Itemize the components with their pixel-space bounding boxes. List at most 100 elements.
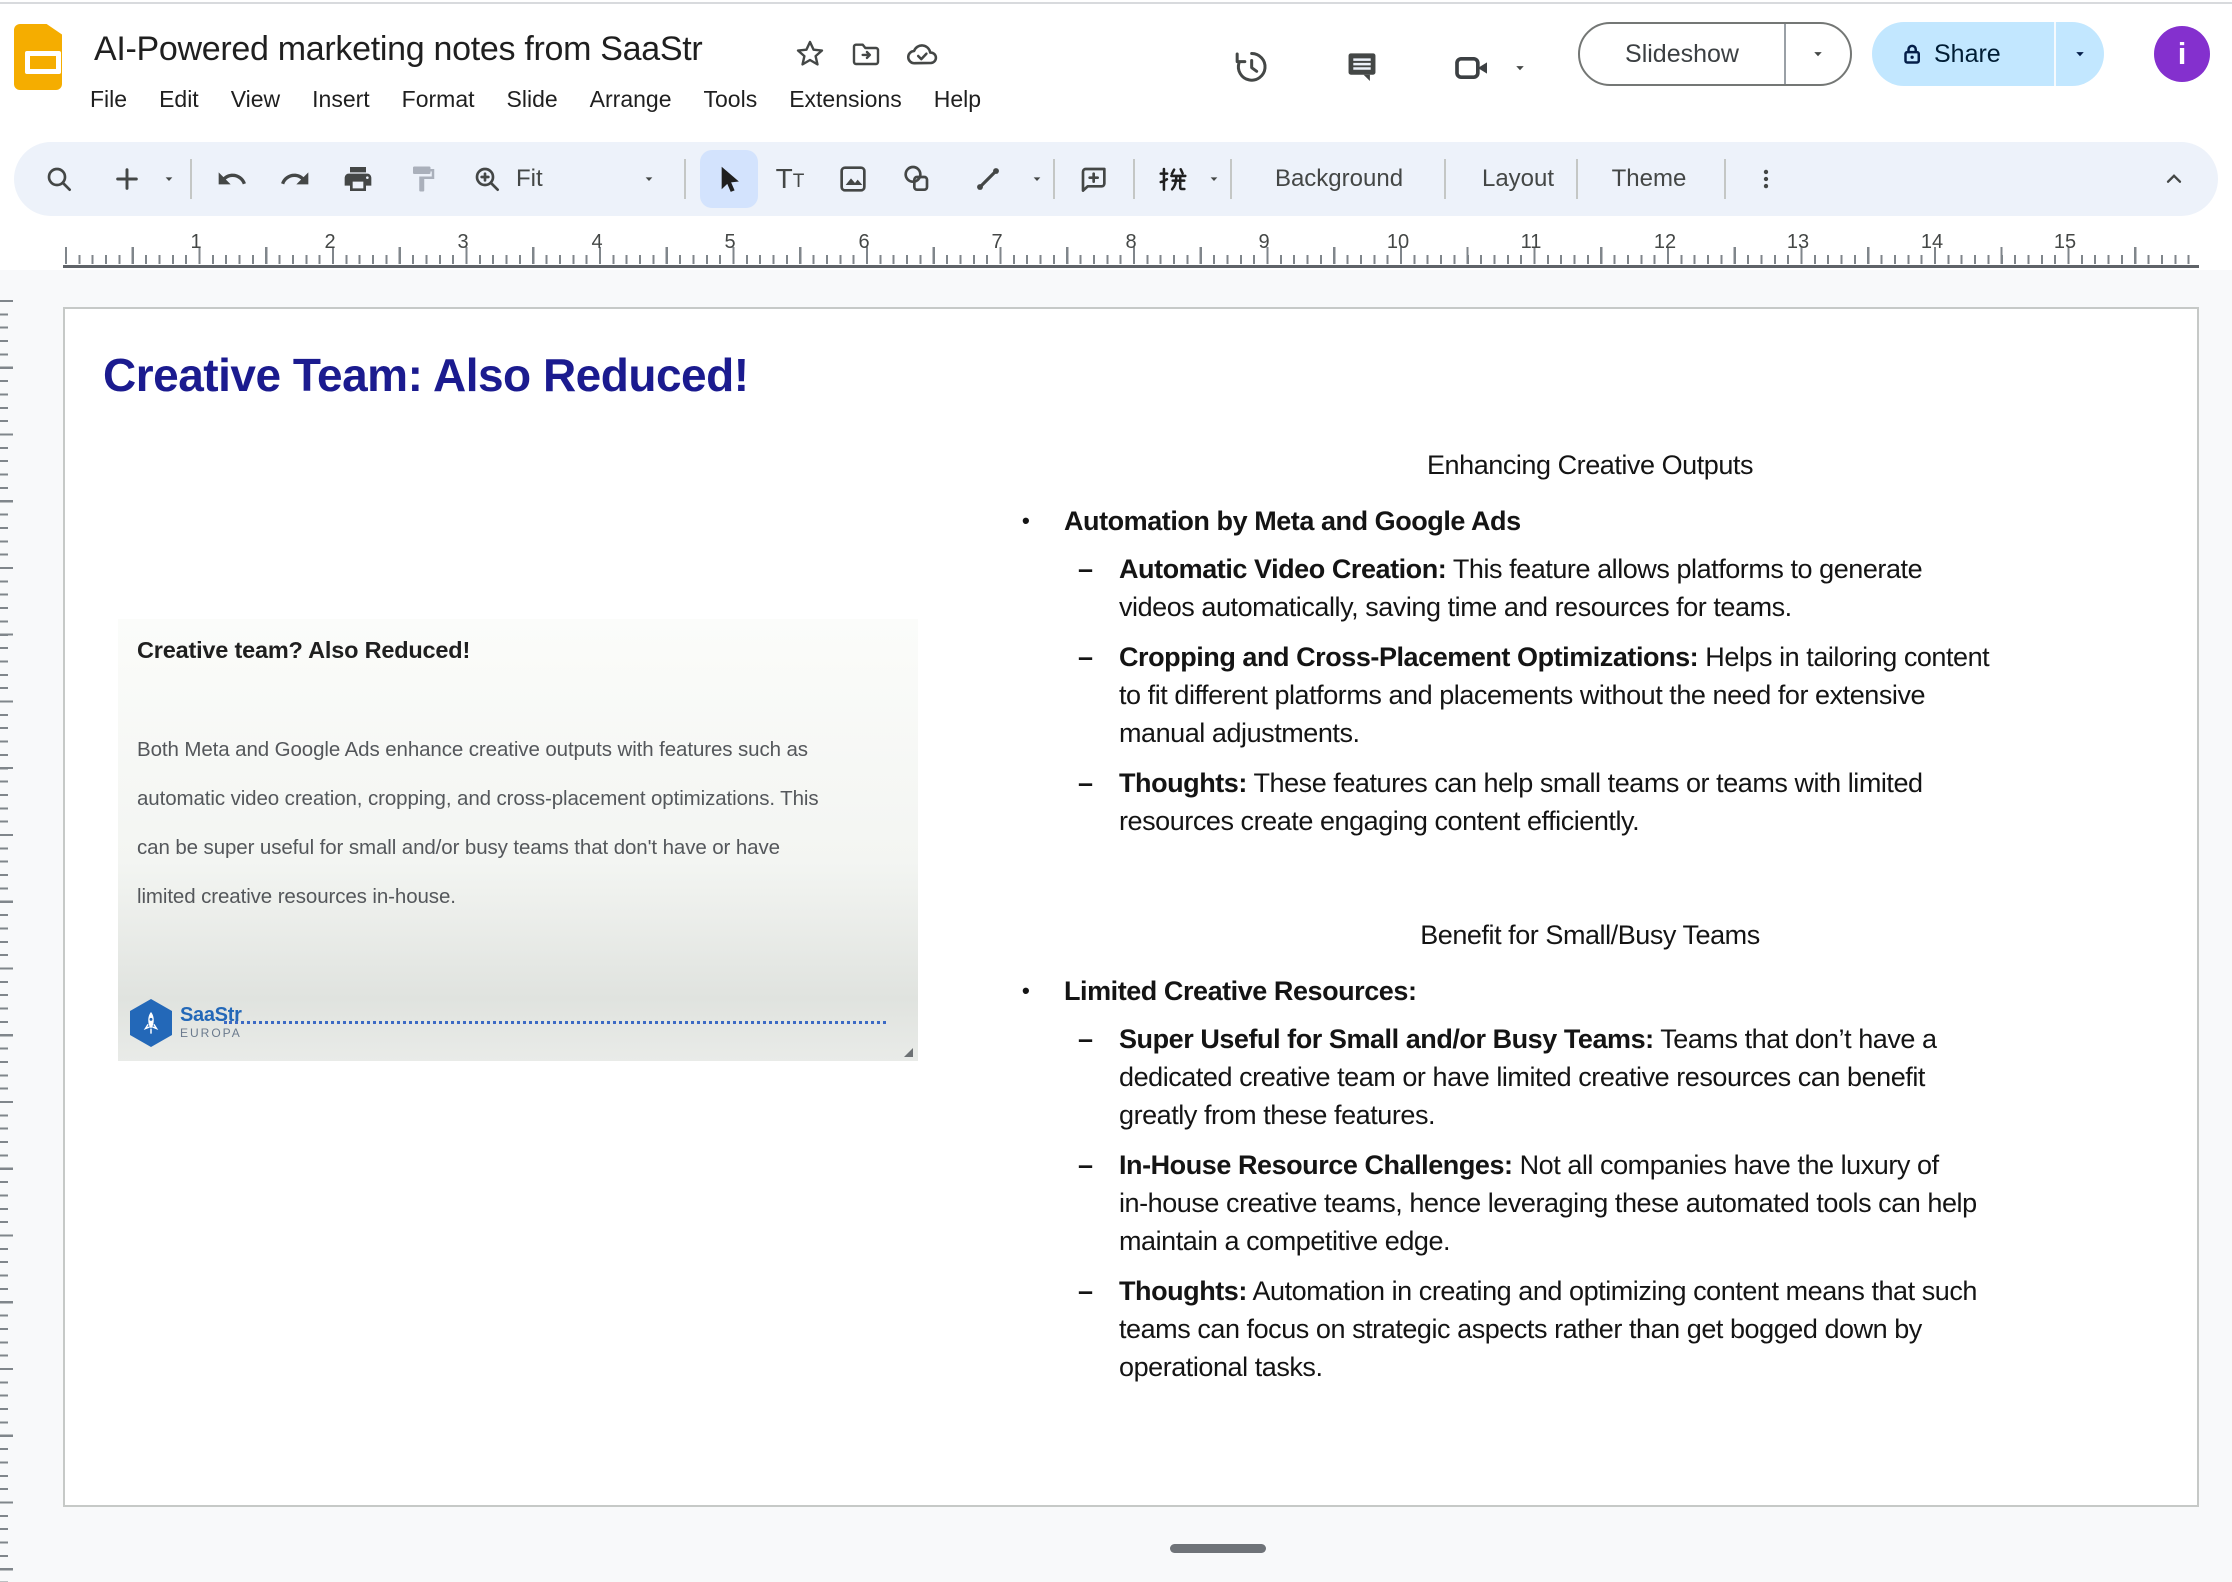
star-icon[interactable] — [792, 36, 828, 72]
screenshot-heading: Creative team? Also Reduced! — [137, 637, 470, 664]
ruler-mark: 13 — [1787, 231, 1809, 254]
slides-logo-inner-rect — [25, 51, 61, 74]
zoom-select[interactable]: Fit — [516, 147, 576, 211]
meet-camera-icon[interactable] — [1450, 46, 1494, 90]
text-box-tool-button[interactable]: TT — [766, 147, 814, 211]
paint-format-button[interactable] — [401, 147, 445, 211]
vertical-ruler — [0, 300, 14, 1582]
ruler-mark: 9 — [1258, 231, 1269, 254]
menu-edit[interactable]: Edit — [143, 80, 215, 118]
more-options-icon[interactable] — [1746, 147, 1786, 211]
account-avatar[interactable]: i — [2154, 26, 2210, 82]
dash-marker: – — [1078, 550, 1119, 626]
share-dropdown-caret-icon[interactable] — [2056, 22, 2104, 86]
ruler-mark: 12 — [1654, 231, 1676, 254]
ruler-mark: 4 — [591, 231, 602, 254]
theme-button[interactable]: Theme — [1600, 147, 1698, 211]
print-button[interactable] — [336, 147, 380, 211]
notes-textbox[interactable]: Enhancing Creative Outputs • Automation … — [1020, 446, 2160, 1398]
sub-bullet-text: Super Useful for Small and/or Busy Teams… — [1119, 1020, 2160, 1134]
menu-tools[interactable]: Tools — [688, 80, 774, 118]
slideshow-dropdown-caret-icon[interactable] — [1786, 24, 1850, 84]
screenshot-body-line: automatic video creation, cropping, and … — [137, 774, 897, 823]
undo-button[interactable] — [210, 147, 254, 211]
insert-image-button[interactable] — [831, 147, 875, 211]
sub-bullet-text: Cropping and Cross-Placement Optimizatio… — [1119, 638, 2160, 752]
sub-bullet-item: – Cropping and Cross-Placement Optimizat… — [1078, 638, 2160, 752]
sub-bullet-text: Thoughts: These features can help small … — [1119, 764, 2160, 840]
sub-bullet-text: Automatic Video Creation: This feature a… — [1119, 550, 2160, 626]
sub-bullet-item: – In-House Resource Challenges: Not all … — [1078, 1146, 2160, 1260]
horizontal-ruler: 1 2 3 4 5 6 7 8 9 10 11 12 13 14 15 — [63, 228, 2199, 268]
menu-view[interactable]: View — [215, 80, 296, 118]
saastr-logo-icon — [130, 999, 172, 1047]
background-button[interactable]: Background — [1258, 147, 1420, 211]
menu-extensions[interactable]: Extensions — [773, 80, 918, 118]
insert-line-button[interactable] — [966, 147, 1010, 211]
sub-bullet-text: Thoughts: Automation in creating and opt… — [1119, 1272, 2160, 1386]
squiggle-divider-line — [224, 1015, 886, 1024]
resize-corner-icon — [904, 1048, 913, 1057]
version-history-icon[interactable] — [1228, 44, 1272, 88]
menu-insert[interactable]: Insert — [296, 80, 386, 118]
ruler-mark: 1 — [190, 231, 201, 254]
saastr-logo-subtitle: EUROPA — [180, 1026, 242, 1040]
speaker-notes-drag-handle[interactable] — [1170, 1544, 1266, 1553]
embedded-screenshot-image[interactable]: Creative team? Also Reduced! Both Meta a… — [118, 619, 918, 1061]
redo-button[interactable] — [273, 147, 317, 211]
slideshow-button[interactable]: Slideshow — [1580, 24, 1784, 84]
toolbar-separator — [1230, 159, 1232, 199]
dash-marker: – — [1078, 1020, 1119, 1134]
zoom-icon[interactable] — [465, 147, 509, 211]
slide-title-textbox[interactable]: Creative Team: Also Reduced! — [103, 348, 749, 402]
add-comment-button[interactable] — [1071, 147, 1115, 211]
zoom-select-caret-icon[interactable] — [636, 147, 662, 211]
screenshot-body-line: Both Meta and Google Ads enhance creativ… — [137, 725, 897, 774]
google-slides-logo[interactable] — [14, 24, 62, 90]
toolbar-separator — [1576, 159, 1578, 199]
new-slide-button[interactable] — [105, 147, 149, 211]
section-heading: Enhancing Creative Outputs — [1020, 446, 2160, 484]
menu-file[interactable]: File — [74, 80, 143, 118]
move-to-folder-icon[interactable] — [848, 36, 884, 72]
ruler-mark: 10 — [1387, 231, 1409, 254]
dash-marker: – — [1078, 1272, 1119, 1386]
menu-slide[interactable]: Slide — [491, 80, 574, 118]
camera-dropdown-caret-icon[interactable] — [1508, 56, 1532, 80]
screenshot-body-line: limited creative resources in-house. — [137, 872, 897, 921]
collapse-toolbar-chevron-up-icon[interactable] — [2152, 147, 2196, 211]
new-slide-caret-icon[interactable] — [156, 147, 182, 211]
slideshow-button-group: Slideshow — [1578, 22, 1852, 86]
menu-arrange[interactable]: Arrange — [574, 80, 688, 118]
bullet-item: • Limited Creative Resources: — [1020, 972, 2160, 1010]
screenshot-body-line: can be super useful for small and/or bus… — [137, 823, 897, 872]
ruler-mark: 5 — [724, 231, 735, 254]
search-menus-icon[interactable] — [37, 147, 81, 211]
toolbar-separator — [1724, 159, 1726, 199]
comments-icon[interactable] — [1340, 44, 1384, 88]
ruler-mark: 6 — [858, 231, 869, 254]
dash-marker: – — [1078, 1146, 1119, 1260]
screenshot-body-text: Both Meta and Google Ads enhance creativ… — [137, 725, 897, 921]
sub-bullet-item: – Thoughts: These features can help smal… — [1078, 764, 2160, 840]
ruler-mark: 8 — [1125, 231, 1136, 254]
menu-help[interactable]: Help — [918, 80, 997, 118]
share-button[interactable]: Share — [1934, 22, 2052, 86]
ruler-mark: 7 — [991, 231, 1002, 254]
ruler-baseline — [63, 265, 2199, 268]
sub-bullet-item: – Automatic Video Creation: This feature… — [1078, 550, 2160, 626]
ruler-mark: 15 — [2054, 231, 2076, 254]
menu-format[interactable]: Format — [386, 80, 491, 118]
select-tool-button[interactable] — [700, 150, 758, 208]
line-tool-caret-icon[interactable] — [1024, 147, 1050, 211]
ruler-mark: 14 — [1921, 231, 1943, 254]
input-method-pinyin-icon[interactable] — [1151, 147, 1195, 211]
insert-shape-button[interactable] — [895, 147, 939, 211]
ruler-mark: 2 — [324, 231, 335, 254]
toolbar-separator — [190, 159, 192, 199]
input-method-caret-icon[interactable] — [1201, 147, 1227, 211]
sub-bullet-item: – Thoughts: Automation in creating and o… — [1078, 1272, 2160, 1386]
document-title[interactable]: AI-Powered marketing notes from SaaStr — [94, 30, 702, 69]
layout-button[interactable]: Layout — [1468, 147, 1568, 211]
document-status-cloud-icon[interactable] — [904, 36, 940, 72]
